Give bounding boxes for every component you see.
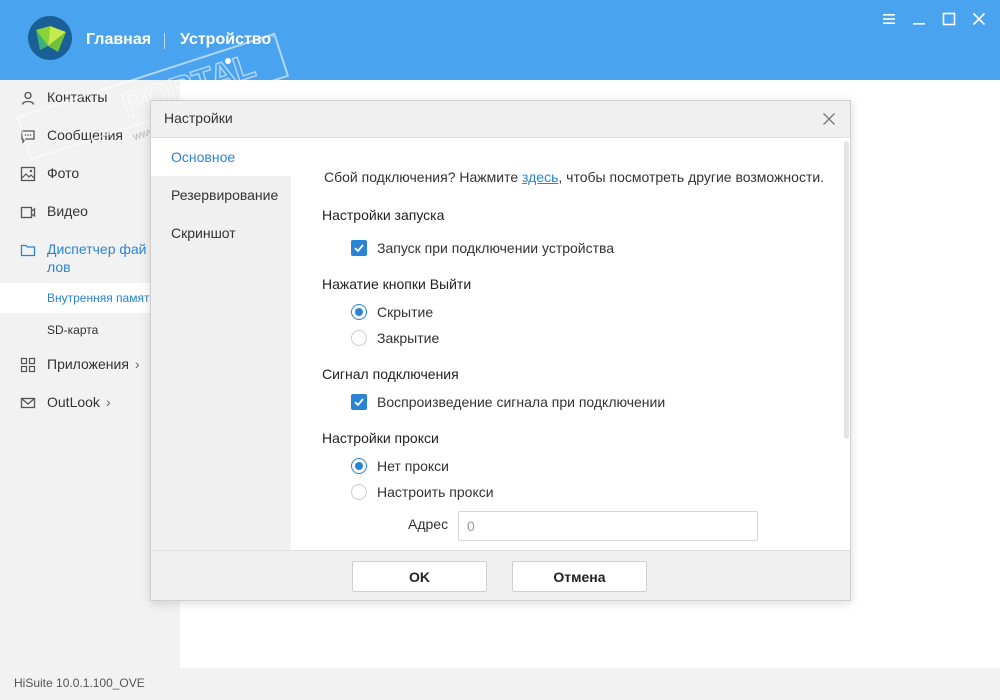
folder-icon [20, 242, 36, 258]
hisuite-logo-icon [28, 16, 72, 60]
dialog-tabs: Основное Резервирование Скриншот [151, 138, 291, 550]
sidebar-item-label: Приложения [47, 356, 129, 372]
custom-proxy-option[interactable]: Настроить прокси [351, 483, 494, 501]
dialog-footer: OK Отмена [151, 550, 850, 600]
maximize-icon[interactable] [939, 9, 959, 29]
custom-proxy-radio[interactable] [351, 484, 367, 500]
active-tab-indicator [225, 58, 231, 64]
hint-text-after: , чтобы посмотреть другие возможности. [558, 169, 825, 185]
no-proxy-option[interactable]: Нет прокси [351, 457, 449, 475]
proxy-address-label: Адрес [408, 516, 449, 532]
nav-device-tab[interactable]: Устройство [180, 31, 271, 49]
minimize-icon[interactable] [909, 9, 929, 29]
status-bar [0, 668, 1000, 700]
dialog-scrollbar[interactable] [844, 141, 849, 439]
sidebar-item-label: OutLook [47, 394, 100, 410]
settings-dialog: Настройки Основное Резервирование Скринш… [150, 100, 851, 601]
sidebar-item-label: Сообщения [47, 127, 123, 143]
tab-screenshot[interactable]: Скриншот [151, 214, 291, 252]
messages-icon [20, 128, 36, 144]
cancel-button[interactable]: Отмена [512, 561, 647, 592]
proxy-settings-heading: Настройки прокси [322, 430, 439, 446]
sidebar-item-label: Фото [47, 165, 80, 181]
proxy-address-input[interactable] [458, 511, 758, 541]
hint-text-before: Сбой подключения? Нажмите [324, 169, 523, 185]
play-signal-option[interactable]: Воспроизведение сигнала при подключении [351, 393, 665, 411]
photo-icon [20, 166, 36, 182]
hint-link[interactable]: здесь [522, 169, 558, 185]
exit-hide-option[interactable]: Скрытие [351, 303, 433, 321]
exit-close-radio[interactable] [351, 330, 367, 346]
nav-home-tab[interactable]: Главная [86, 31, 151, 49]
sidebar-item-label: Диспетчер фай лов [47, 240, 147, 276]
connection-hint: Сбой подключения? Нажмите здесь, чтобы п… [324, 169, 824, 185]
no-proxy-radio[interactable] [351, 458, 367, 474]
exit-hide-radio[interactable] [351, 304, 367, 320]
sidebar-item-label: Контакты [47, 89, 108, 105]
dialog-content: Сбой подключения? Нажмите здесь, чтобы п… [291, 138, 850, 550]
launch-on-connect-option[interactable]: Запуск при подключении устройства [351, 239, 614, 257]
sidebar-item-label-line2: лов [47, 259, 71, 275]
contacts-icon [20, 90, 36, 106]
menu-icon[interactable] [879, 9, 899, 29]
exit-hide-label: Скрытие [377, 304, 434, 320]
tab-backup[interactable]: Резервирование [151, 176, 291, 214]
tab-general[interactable]: Основное [151, 138, 291, 176]
dialog-title-bar: Настройки [151, 101, 850, 138]
launch-on-connect-checkbox[interactable] [351, 240, 367, 256]
play-signal-checkbox[interactable] [351, 394, 367, 410]
play-signal-label: Воспроизведение сигнала при подключении [377, 394, 666, 410]
custom-proxy-label: Настроить прокси [377, 484, 494, 500]
dialog-title: Настройки [164, 110, 233, 126]
version-label: HiSuite 10.0.1.100_OVE [14, 676, 145, 690]
chevron-right-icon: › [105, 394, 111, 410]
chevron-right-icon: › [134, 356, 140, 372]
sidebar-item-label: Видео [47, 203, 88, 219]
close-icon[interactable] [969, 9, 989, 29]
ok-button[interactable]: OK [352, 561, 487, 592]
app-header: Главная Устройство [0, 0, 1000, 80]
exit-close-option[interactable]: Закрытие [351, 329, 439, 347]
exit-button-heading: Нажатие кнопки Выйти [322, 276, 472, 292]
exit-close-label: Закрытие [377, 330, 440, 346]
video-icon [20, 204, 36, 220]
dialog-close-icon[interactable] [820, 110, 838, 128]
apps-icon [20, 357, 36, 373]
launch-on-connect-label: Запуск при подключении устройства [377, 240, 615, 256]
mail-icon [20, 395, 36, 411]
connection-signal-heading: Сигнал подключения [322, 366, 459, 382]
nav-divider [164, 33, 165, 49]
sidebar-item-label-line1: Диспетчер фай [47, 241, 147, 257]
launch-settings-heading: Настройки запуска [322, 207, 445, 223]
no-proxy-label: Нет прокси [377, 458, 449, 474]
